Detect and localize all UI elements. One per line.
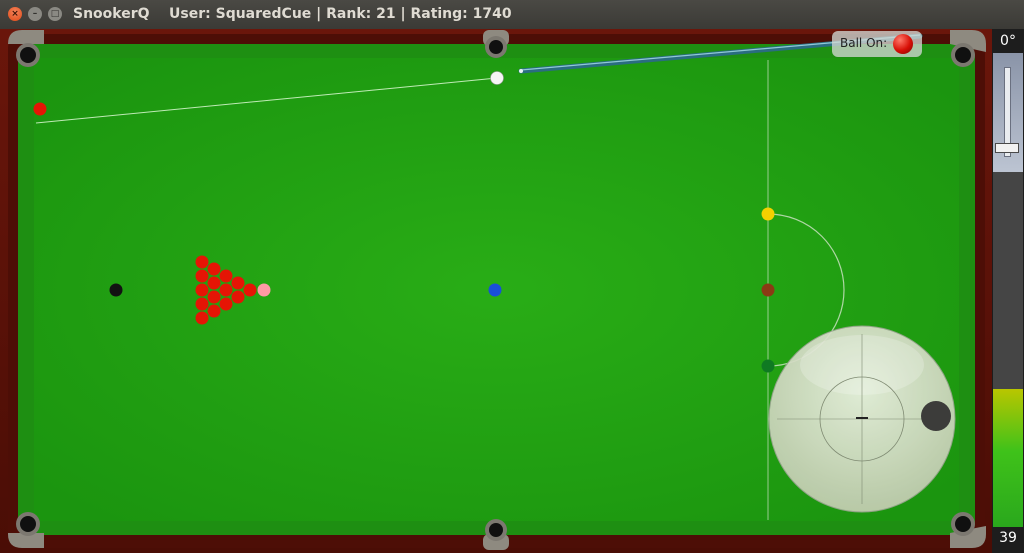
cue-angle-readout: 0° xyxy=(1000,33,1016,49)
window-title: SnookerQ User: SquaredCue | Rank: 21 | R… xyxy=(73,6,512,22)
red-ball xyxy=(33,102,47,116)
power-readout: 39 xyxy=(999,530,1017,546)
ball-on-label: Ball On: xyxy=(840,36,888,50)
maximize-icon: □ xyxy=(50,8,60,19)
window-titlebar: × – □ SnookerQ User: SquaredCue | Rank: … xyxy=(0,0,1024,29)
black-ball xyxy=(109,283,123,297)
yellow-ball xyxy=(761,207,775,221)
cue-angle-slider-thumb[interactable] xyxy=(995,143,1019,153)
pink-ball xyxy=(257,283,271,297)
cue-tip xyxy=(519,69,523,73)
brown-ball xyxy=(761,283,775,297)
ball-on-indicator: Ball On: xyxy=(832,31,922,57)
spin-dot-icon[interactable] xyxy=(921,401,951,431)
close-icon: × xyxy=(11,8,19,19)
blue-ball xyxy=(488,283,502,297)
app-name: SnookerQ xyxy=(73,6,150,22)
snooker-table[interactable] xyxy=(0,29,1024,553)
green-ball xyxy=(761,359,775,373)
window-close-button[interactable]: × xyxy=(8,7,22,21)
window-maximize-button[interactable]: □ xyxy=(48,7,62,21)
minimize-icon: – xyxy=(32,8,38,19)
player-info: User: SquaredCue | Rank: 21 | Rating: 17… xyxy=(169,6,512,22)
cue-ball[interactable] xyxy=(490,71,504,85)
power-meter-fill xyxy=(993,389,1023,527)
window-minimize-button[interactable]: – xyxy=(28,7,42,21)
spin-selector[interactable] xyxy=(768,325,956,513)
ball-on-red-ball xyxy=(893,34,913,54)
